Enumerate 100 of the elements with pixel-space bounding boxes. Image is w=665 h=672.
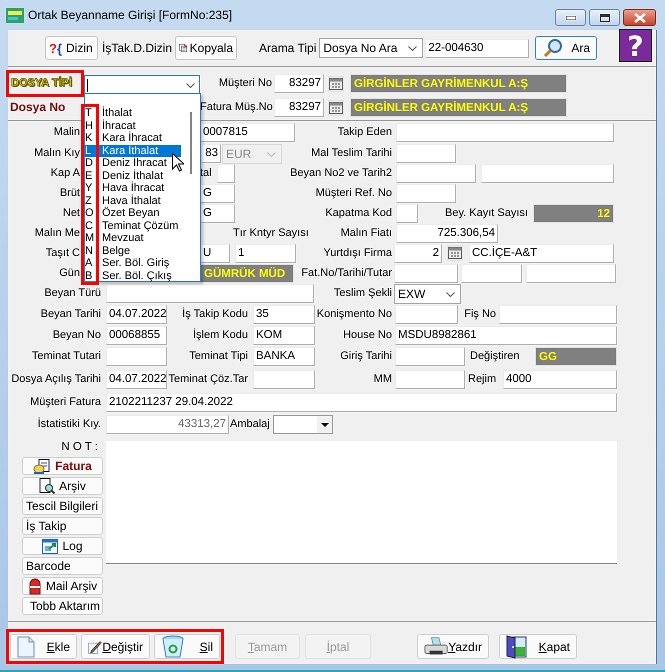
input-field[interactable] — [394, 264, 458, 283]
notes-field[interactable] — [106, 441, 617, 564]
toolbar-link[interactable]: İşTak.D.Dizin — [102, 41, 172, 55]
input-field[interactable] — [461, 264, 522, 283]
input-field[interactable] — [396, 123, 614, 142]
maximize-icon — [600, 14, 610, 22]
input-field[interactable] — [253, 370, 315, 389]
input-field[interactable]: 83 — [201, 144, 221, 163]
input-field[interactable] — [396, 204, 418, 223]
input-field[interactable]: KOM — [253, 326, 315, 345]
list-item[interactable]: Kara İthalat — [99, 144, 181, 157]
footer-button[interactable]: Ekle — [10, 634, 77, 659]
input-field[interactable]: 00068855 — [106, 326, 167, 345]
input-field[interactable]: U — [200, 244, 230, 263]
hand-document-icon — [33, 458, 52, 474]
dropdown[interactable] — [273, 415, 333, 434]
list-item[interactable]: Ser. Böl. Çıkış — [99, 270, 181, 282]
input-field[interactable]: 83297 — [274, 98, 324, 116]
side-button[interactable]: Tescil Bilgileri — [22, 497, 103, 515]
field-label: Dosya Açılış Tarihi — [10, 372, 101, 387]
field-label: Brüt — [58, 186, 80, 201]
input-field[interactable]: CC.İÇE-A&T — [469, 244, 614, 263]
readonly-field: 12 — [533, 204, 614, 223]
footer-button[interactable]: Değiştir — [81, 634, 150, 659]
input-field[interactable]: 2102211237 29.04.2022 — [106, 393, 617, 412]
footer-button[interactable]: Sil — [154, 634, 220, 659]
item-code: D — [84, 157, 94, 170]
input-field[interactable] — [106, 347, 167, 366]
list-item[interactable]: İhracat — [99, 120, 181, 132]
input-field[interactable] — [395, 305, 458, 324]
search-button[interactable]: Ara — [535, 36, 598, 60]
grid-icon[interactable] — [328, 76, 344, 92]
customer-name-display: GİRGİNLER GAYRİMENKUL A:Ş — [350, 74, 567, 92]
input-field[interactable]: 1 — [235, 244, 296, 263]
side-button[interactable]: Log — [22, 537, 103, 555]
input-field[interactable]: G — [200, 204, 235, 223]
dropdown[interactable]: EXW — [394, 284, 461, 304]
index-button[interactable]: ?{ Dizin — [45, 36, 98, 60]
input-field[interactable] — [395, 370, 465, 389]
field-label: Beyan No2 ve Tarih2 — [289, 166, 392, 181]
field-label: Teslim Şekli — [332, 286, 392, 301]
list-item[interactable]: İthalat — [99, 107, 181, 120]
field-label: Konişmento No — [316, 307, 392, 322]
maximize-button[interactable] — [589, 9, 620, 26]
input-field[interactable]: 0007815 — [200, 123, 295, 142]
field-label: Malın Me — [34, 226, 80, 241]
input-field[interactable]: 43313,27 — [106, 415, 229, 434]
item-code: O — [84, 207, 95, 220]
help-button[interactable]: ? — [619, 29, 652, 62]
list-item[interactable]: Kara İhracat — [99, 132, 181, 144]
input-field[interactable]: MSDU8982861 — [395, 326, 617, 345]
copy-button[interactable]: Kopyala — [175, 36, 238, 60]
item-code: Y — [84, 182, 94, 194]
list-item[interactable]: Belge — [99, 244, 181, 257]
list-item[interactable]: Hava İhracat — [99, 182, 181, 194]
file-no-label: Dosya No — [10, 100, 66, 114]
side-button[interactable]: Fatura — [22, 457, 103, 475]
search-type-dropdown[interactable]: Dosya No Ara — [319, 38, 424, 58]
grid-icon[interactable] — [328, 100, 344, 116]
item-code: Z — [84, 194, 93, 207]
grid-icon[interactable] — [447, 245, 463, 261]
side-button[interactable]: Arşiv — [22, 477, 103, 495]
field-label: House No — [342, 328, 392, 343]
input-field[interactable]: 04.07.2022 — [106, 370, 167, 389]
dropdown-arrow-icon — [320, 422, 328, 426]
list-item[interactable]: Ser. Böl. Giriş — [99, 257, 181, 270]
footer-button[interactable]: Kapat — [499, 634, 577, 659]
input-field[interactable] — [396, 184, 456, 203]
close-button[interactable] — [623, 9, 656, 26]
input-field[interactable] — [106, 284, 314, 303]
field-label: Müşteri Fatura — [29, 395, 101, 410]
input-field[interactable] — [526, 264, 616, 283]
input-field[interactable] — [395, 347, 465, 366]
input-field[interactable] — [481, 164, 614, 183]
input-field[interactable] — [396, 164, 476, 183]
side-button[interactable]: Tobb Aktarım — [22, 597, 103, 615]
list-item[interactable]: Teminat Çözüm — [99, 220, 181, 232]
side-button[interactable]: İş Takip — [22, 517, 103, 535]
search-field[interactable]: 22-004630 — [425, 38, 530, 58]
input-field[interactable]: 2 — [394, 244, 442, 263]
list-item[interactable]: Deniz İthalat — [99, 170, 181, 182]
list-item[interactable]: Özet Beyan — [99, 207, 181, 220]
input-field[interactable]: BANKA — [253, 347, 315, 366]
input-field[interactable]: 725.306,54 — [396, 224, 498, 243]
footer-button[interactable]: Yazdır — [417, 634, 489, 659]
field-label: Malin — [52, 125, 80, 140]
input-field[interactable] — [499, 305, 617, 324]
input-field[interactable]: 35 — [253, 305, 315, 324]
side-button[interactable]: Mail Arşiv — [22, 577, 103, 595]
input-field[interactable]: 4000 — [503, 370, 617, 389]
list-item[interactable]: Hava İthalat — [99, 194, 181, 207]
minimize-button[interactable] — [555, 9, 586, 26]
search-type-label: Arama Tipi — [259, 41, 316, 55]
input-field[interactable] — [396, 144, 456, 163]
input-field[interactable]: G — [200, 184, 235, 203]
input-field[interactable] — [217, 164, 235, 183]
input-field[interactable]: 83297 — [274, 74, 324, 92]
side-button[interactable]: Barcode — [22, 557, 103, 575]
list-item[interactable]: Mevzuat — [99, 232, 181, 244]
input-field[interactable]: 04.07.2022 — [106, 305, 167, 324]
